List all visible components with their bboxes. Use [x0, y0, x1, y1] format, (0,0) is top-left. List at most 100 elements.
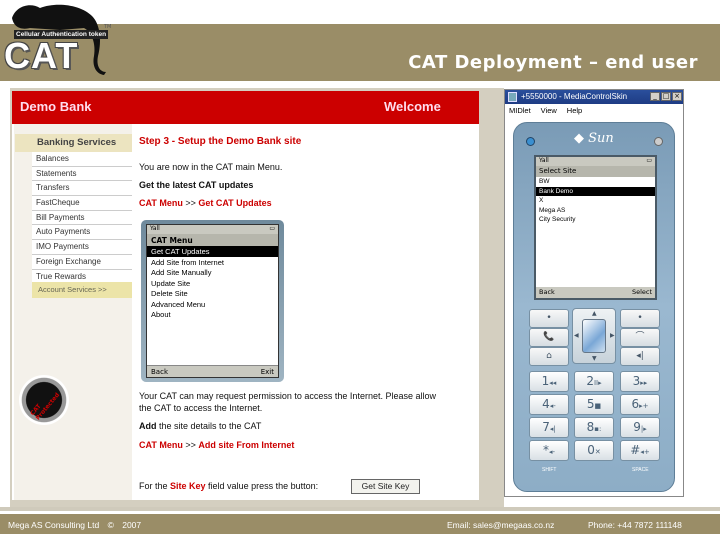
key-media-icon: ■ — [594, 402, 602, 410]
keypad-key-4[interactable]: 4◂- — [529, 394, 569, 415]
call-key[interactable]: 📞 — [529, 328, 569, 347]
mini-softkey-right: Exit — [260, 368, 274, 376]
sidebar-item-balances[interactable]: Balances — [32, 152, 132, 167]
dpad[interactable]: ▲ ▼ ◀ ▶ — [572, 308, 616, 364]
dpad-select[interactable] — [582, 319, 606, 353]
mini-menu-item: Advanced Menu — [151, 299, 206, 309]
keypad-key-hash[interactable]: #◂+ — [620, 440, 660, 461]
phone-screen-title: Select Site — [536, 166, 655, 177]
key-digit: 0 — [587, 443, 595, 457]
mini-menu-item: Add Site from Internet — [151, 257, 224, 267]
bank-name: Demo Bank — [20, 99, 92, 114]
key-digit: 7 — [542, 420, 550, 434]
sidebar-item-auto-payments[interactable]: Auto Payments — [32, 225, 132, 241]
logo-trademark: TM — [104, 24, 112, 30]
dpad-down-icon[interactable]: ▼ — [592, 355, 597, 362]
menu-path-updates: CAT Menu >> Get CAT Updates — [139, 198, 272, 208]
add-site-heading: Add the site details to the CAT — [139, 421, 261, 431]
minimize-button[interactable]: _ — [650, 92, 660, 101]
mini-menu-item: Get CAT Updates — [147, 246, 278, 257]
menu-help[interactable]: Help — [567, 106, 582, 115]
add-rest: the site details to the CAT — [156, 421, 262, 431]
sitekey-prefix: For the — [139, 481, 171, 491]
maximize-button[interactable]: □ — [661, 92, 671, 101]
softkey-back[interactable]: Back — [539, 288, 555, 297]
battery-icon: ▭ — [646, 157, 652, 164]
site-key-instruction: For the Site Key field value press the b… — [139, 481, 318, 491]
footer-phone: Phone: +44 7872 111148 — [588, 520, 682, 530]
right-soft-key[interactable]: • — [620, 309, 660, 328]
home-key[interactable]: ⌂ — [529, 347, 569, 366]
path-separator: >> — [182, 198, 199, 208]
key-media-icon: |▸ — [640, 425, 647, 433]
mini-softkeys: Back Exit — [147, 365, 278, 377]
keypad-key-1[interactable]: 1◂◂ — [529, 371, 569, 392]
sidebar-item-imo-payments[interactable]: IMO Payments — [32, 240, 132, 255]
site-list-item[interactable]: Mega AS — [536, 206, 655, 216]
keypad-key-2[interactable]: 2II▸ — [574, 371, 614, 392]
add-bold: Add — [139, 421, 157, 431]
logo-wordmark: CAT — [4, 35, 79, 76]
sidebar-item-bill-payments[interactable]: Bill Payments — [32, 210, 132, 226]
dpad-right-icon[interactable]: ▶ — [610, 332, 615, 339]
sidebar-item-statements[interactable]: Statements — [32, 166, 132, 182]
path-separator: >> — [182, 440, 199, 450]
keypad-key-9[interactable]: 9|▸ — [620, 417, 660, 438]
sidebar-item-transfers[interactable]: Transfers — [32, 181, 132, 197]
path-target: Get CAT Updates — [198, 198, 272, 208]
menu-midlet[interactable]: MIDlet — [509, 106, 531, 115]
led-icon — [526, 137, 535, 146]
end-call-key[interactable]: ⌒ — [620, 328, 660, 347]
shift-caption: SHIFT — [542, 467, 557, 473]
keypad-key-6[interactable]: 6▸+ — [620, 394, 660, 415]
footer-email[interactable]: Email: sales@megaas.co.nz — [447, 520, 554, 530]
site-list-item[interactable]: X — [536, 196, 655, 206]
close-button[interactable]: × — [672, 92, 682, 101]
sidebar-item-fastcheque[interactable]: FastCheque — [32, 196, 132, 211]
intro-text: You are now in the CAT main Menu. — [139, 162, 283, 172]
key-digit: 9 — [633, 420, 641, 434]
copyright-year: 2007 — [122, 520, 142, 530]
power-icon[interactable] — [654, 137, 663, 146]
key-media-icon: ▪: — [594, 425, 602, 433]
menu-view[interactable]: View — [541, 106, 557, 115]
step-title: Step 3 - Setup the Demo Bank site — [139, 136, 302, 147]
key-media-icon: ◂+ — [640, 448, 650, 456]
mini-menu-item: Update Site — [151, 278, 191, 288]
clear-key[interactable]: ◂| — [620, 347, 660, 366]
keypad-key-0[interactable]: 0✕ — [574, 440, 614, 461]
get-site-key-button[interactable]: Get Site Key — [351, 479, 420, 494]
keypad-key-3[interactable]: 3▸▸ — [620, 371, 660, 392]
phone-screen: Yall ▭ Select Site BW Bank Demo X Mega A… — [534, 155, 657, 300]
account-services-link[interactable]: Account Services >> — [32, 282, 132, 298]
keypad-key-star[interactable]: *◂- — [529, 440, 569, 461]
header-divider — [0, 81, 720, 85]
site-list-item[interactable]: BW — [536, 177, 655, 187]
key-media-icon: ◂| — [549, 425, 556, 433]
cat-menu-screenshot: Yall ▭ CAT Menu Get CAT Updates Add Site… — [141, 220, 284, 382]
slide-title: CAT Deployment – end user — [408, 52, 698, 73]
site-list-item[interactable]: City Security — [536, 215, 655, 225]
mini-menu-item: Delete Site — [151, 289, 188, 298]
keypad-key-7[interactable]: 7◂| — [529, 417, 569, 438]
left-soft-key[interactable]: • — [529, 309, 569, 328]
key-media-icon: ◂- — [548, 448, 556, 456]
sun-logo: ◆ Sun — [574, 131, 614, 146]
keypad-key-8[interactable]: 8▪: — [574, 417, 614, 438]
brand-text: Sun — [588, 131, 614, 146]
footer-divider — [0, 507, 720, 511]
key-digit: 2 — [586, 374, 594, 388]
space-caption: SPACE — [632, 467, 649, 473]
key-digit: 5 — [586, 397, 595, 411]
path-target: Add site From Internet — [198, 440, 295, 450]
phone-softkeys: Back Select — [536, 287, 655, 298]
signal-icon: Yall — [539, 157, 549, 164]
welcome-link[interactable]: Welcome — [384, 99, 441, 114]
dpad-up-icon[interactable]: ▲ — [592, 310, 597, 317]
window-title: +5550000 - MediaControlSkin — [521, 92, 628, 101]
sidebar-item-foreign-exchange[interactable]: Foreign Exchange — [32, 254, 132, 270]
keypad-key-5[interactable]: 5■ — [574, 394, 614, 415]
site-list-item[interactable]: Bank Demo — [536, 186, 655, 196]
softkey-select[interactable]: Select — [632, 288, 652, 297]
dpad-left-icon[interactable]: ◀ — [574, 332, 579, 339]
